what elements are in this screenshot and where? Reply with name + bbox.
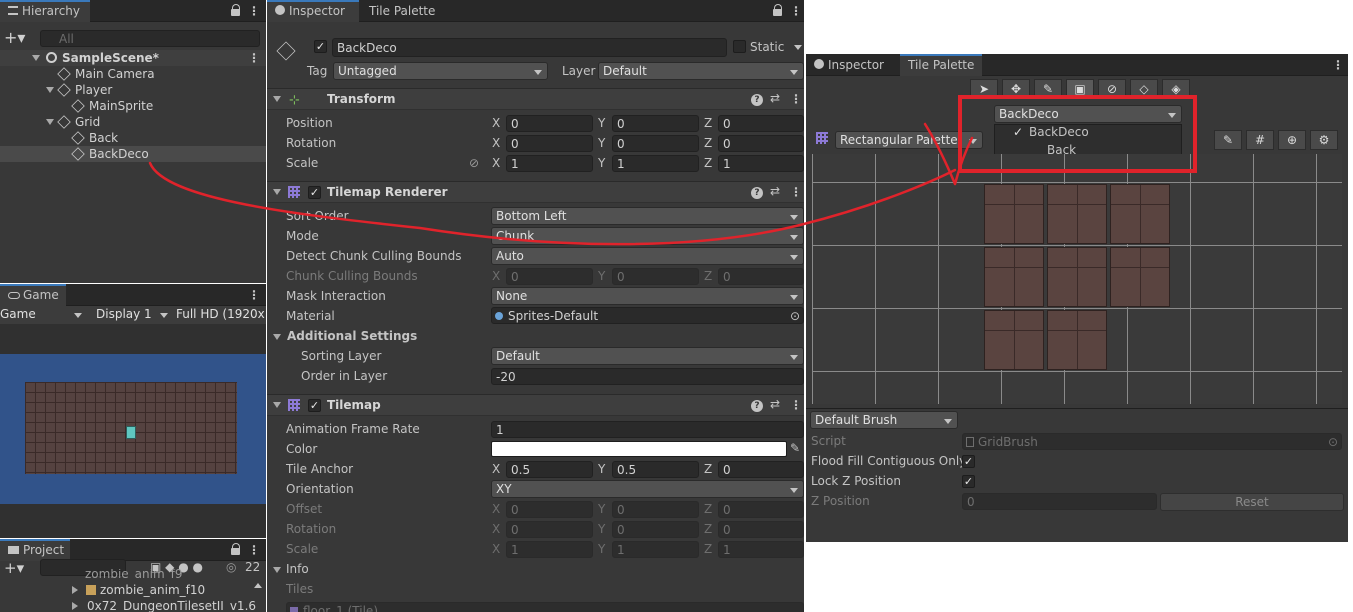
annotation-arrow	[148, 122, 974, 246]
